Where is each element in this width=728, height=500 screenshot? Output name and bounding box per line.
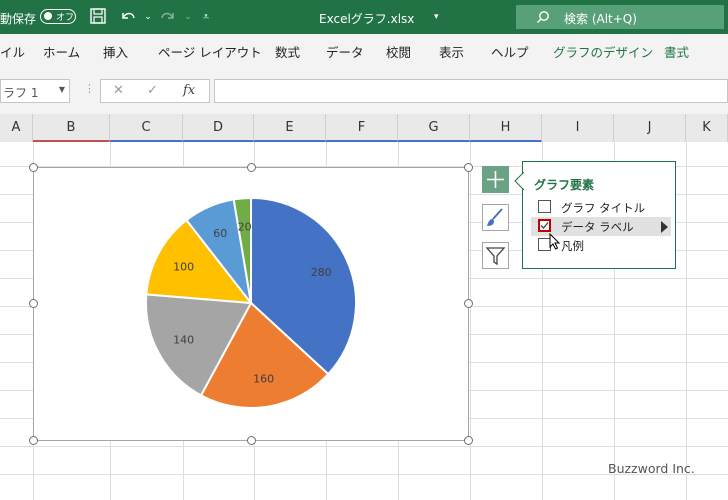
chart-styles-button[interactable] <box>482 204 509 231</box>
filter-icon <box>485 247 506 266</box>
column-headers: A B C D E F G H I J K <box>0 114 728 143</box>
chart-title-label: グラフ タイトル <box>561 201 646 215</box>
name-box-dropdown-icon[interactable]: ▼ <box>59 85 65 94</box>
column-header[interactable]: E <box>254 114 326 142</box>
tab-view[interactable]: 表示 <box>439 42 464 61</box>
check-icon <box>540 222 549 229</box>
chart-title-checkbox[interactable] <box>538 200 551 213</box>
column-header[interactable]: H <box>470 114 542 142</box>
resize-handle[interactable] <box>29 436 38 445</box>
data-label[interactable]: 140 <box>173 333 194 346</box>
tab-page-layout[interactable]: ページ レイアウト <box>158 42 262 61</box>
pie-chart[interactable]: 280 160 140 100 60 20 <box>29 163 473 445</box>
tab-insert[interactable]: 挿入 <box>103 42 128 61</box>
search-placeholder: 検索 (Alt+Q) <box>564 12 637 26</box>
column-header[interactable]: J <box>614 114 686 142</box>
undo-icon[interactable] <box>118 7 138 27</box>
tab-chart-design[interactable]: グラフのデザイン <box>553 42 653 61</box>
resize-handle[interactable] <box>464 436 473 445</box>
name-box-value: ラフ 1 <box>3 86 39 100</box>
insert-function-icon[interactable]: fx <box>183 83 195 98</box>
tab-review[interactable]: 校閲 <box>386 42 411 61</box>
search-box[interactable]: 検索 (Alt+Q) <box>516 5 724 29</box>
submenu-arrow-icon[interactable] <box>661 221 668 233</box>
resize-handle[interactable] <box>29 299 38 308</box>
save-icon[interactable] <box>88 7 108 27</box>
redo-dropdown-icon[interactable]: ⌄ <box>178 7 198 27</box>
resize-handle[interactable] <box>464 163 473 172</box>
resize-handle[interactable] <box>247 163 256 172</box>
tab-help[interactable]: ヘルプ <box>491 42 529 61</box>
chart-elements-panel: グラフ要素 グラフ タイトル データ ラベル 凡例 <box>514 161 676 269</box>
column-header[interactable]: I <box>542 114 614 142</box>
column-header[interactable]: G <box>398 114 470 142</box>
file-name: Excelグラフ.xlsx <box>319 12 415 26</box>
column-header[interactable]: D <box>183 114 254 142</box>
autosave-state: オフ <box>56 13 75 23</box>
tab-file[interactable]: イル <box>0 42 25 61</box>
column-header[interactable]: K <box>686 114 728 142</box>
toggle-knob <box>44 12 52 20</box>
mouse-cursor-icon <box>549 233 561 250</box>
more-icon[interactable]: ⋮ <box>84 82 95 95</box>
autosave-toggle[interactable]: オフ <box>40 9 76 24</box>
name-box[interactable]: ラフ 1 ▼ <box>0 79 70 103</box>
tab-format[interactable]: 書式 <box>664 42 689 61</box>
chart-title-option[interactable]: グラフ タイトル <box>531 198 671 217</box>
filename-dropdown-icon[interactable]: ▾ <box>434 12 439 22</box>
data-labels-label: データ ラベル <box>561 220 634 234</box>
resize-handle[interactable] <box>464 299 473 308</box>
data-label[interactable]: 160 <box>253 373 274 386</box>
chart-elements-button[interactable] <box>482 166 509 193</box>
legend-label: 凡例 <box>561 239 584 253</box>
panel-title: グラフ要素 <box>534 178 595 192</box>
data-label[interactable]: 280 <box>311 266 332 279</box>
undo-dropdown-icon[interactable]: ⌄ <box>138 7 158 27</box>
watermark: Buzzword Inc. <box>608 461 695 476</box>
resize-handle[interactable] <box>247 436 256 445</box>
plus-icon <box>487 171 504 188</box>
data-label[interactable]: 20 <box>238 221 252 234</box>
formula-buttons: ✕ ✓ fx <box>100 79 210 103</box>
brush-icon <box>487 208 503 226</box>
column-header[interactable]: C <box>110 114 183 142</box>
data-label[interactable]: 60 <box>213 227 227 240</box>
enter-icon[interactable]: ✓ <box>147 83 158 98</box>
resize-handle[interactable] <box>29 163 38 172</box>
ribbon-tabs: イル ホーム 挿入 ページ レイアウト 数式 データ 校閲 表示 ヘルプ グラフ… <box>0 34 728 67</box>
tab-home[interactable]: ホーム <box>43 42 80 61</box>
customize-toolbar-icon[interactable]: ⩡ <box>196 7 216 27</box>
chart-filters-button[interactable] <box>482 242 509 269</box>
formula-input[interactable] <box>214 79 728 103</box>
data-label[interactable]: 100 <box>173 261 194 274</box>
cancel-icon[interactable]: ✕ <box>113 83 124 98</box>
autosave-label: 動保存 <box>0 12 37 26</box>
column-header[interactable]: F <box>326 114 398 142</box>
search-icon <box>536 11 549 24</box>
tab-data[interactable]: データ <box>326 42 364 61</box>
column-header[interactable]: B <box>33 114 110 142</box>
column-header[interactable]: A <box>0 114 33 142</box>
pie-chart-plot: 280 160 140 100 60 20 <box>145 196 357 409</box>
redo-icon[interactable] <box>158 7 178 27</box>
title-bar: 動保存 オフ ⌄ ⌄ ⩡ Excelグラフ.xlsx ▾ 検索 (Alt+Q) <box>0 0 728 34</box>
data-labels-checkbox[interactable] <box>538 219 551 232</box>
popup-pointer <box>514 172 524 190</box>
tab-formulas[interactable]: 数式 <box>275 42 300 61</box>
formula-bar: ラフ 1 ▼ ⋮ ✕ ✓ fx <box>0 66 728 114</box>
